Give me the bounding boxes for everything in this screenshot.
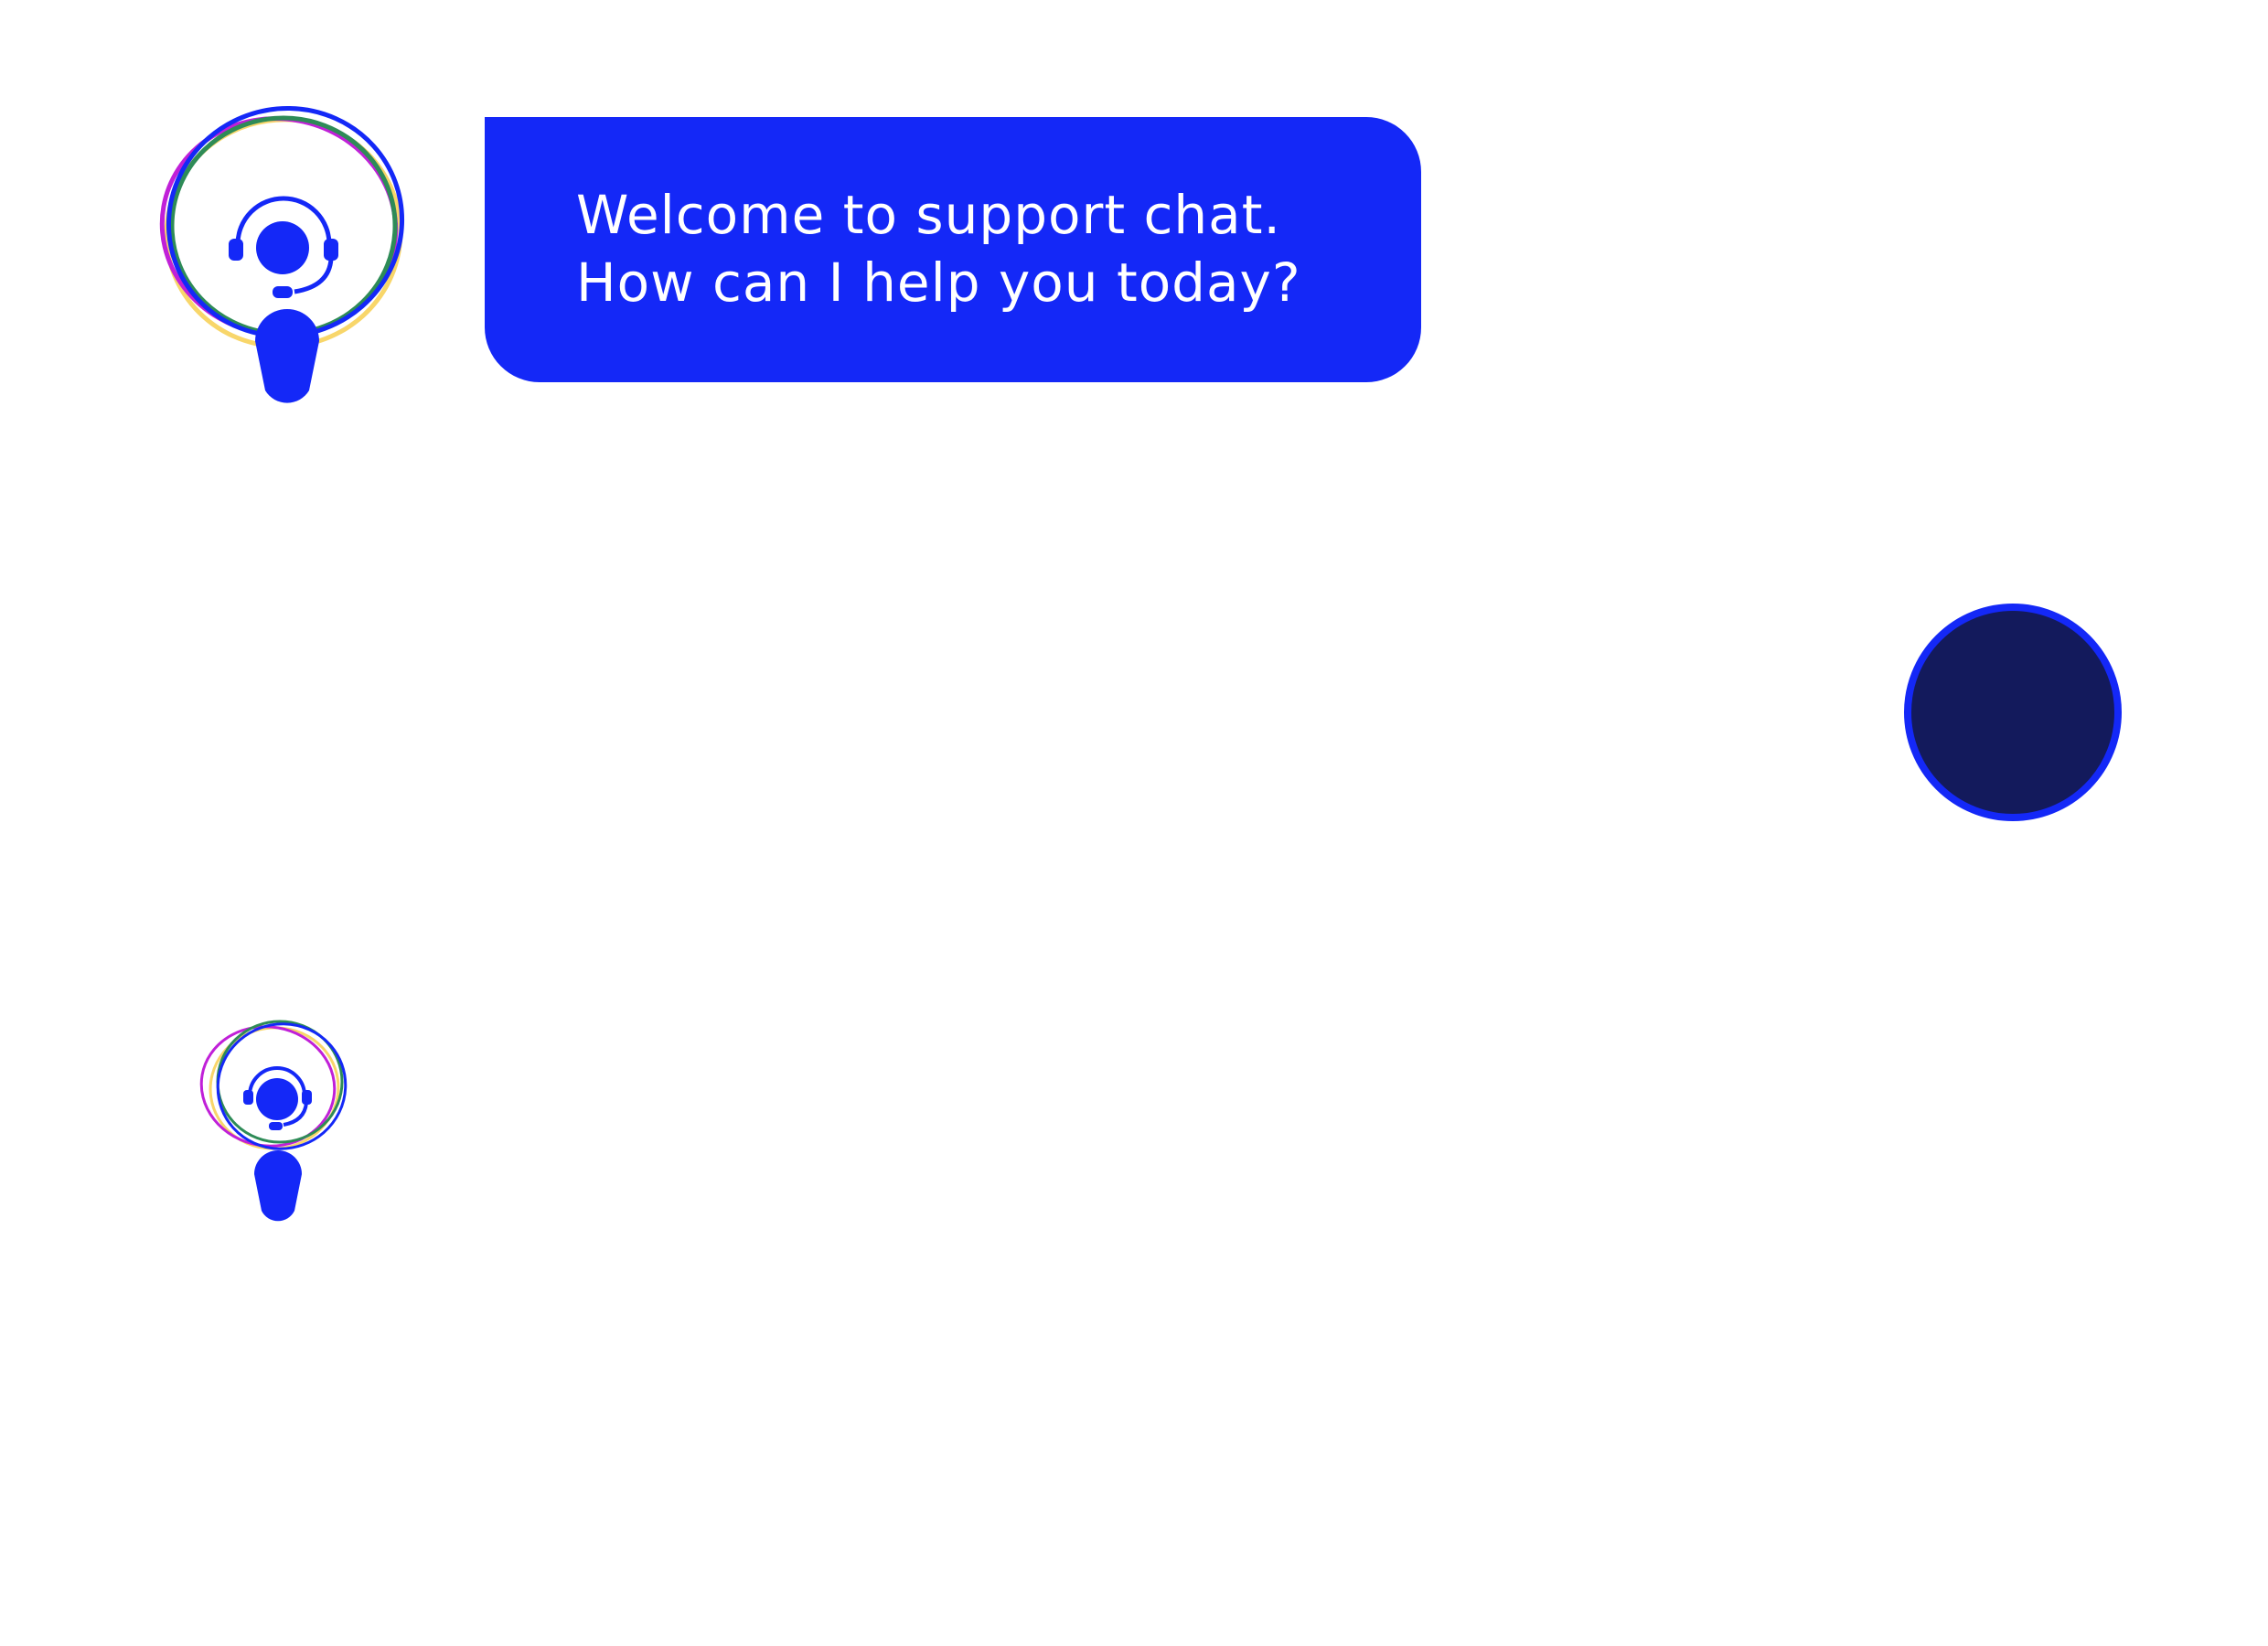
agent-message-line: How can I help you today?: [576, 251, 1301, 314]
support-agent-headset-icon: [199, 1020, 348, 1222]
agent-message-bubble: Welcome to support chat. How can I help …: [485, 117, 1421, 382]
user-avatar: [1904, 604, 2122, 821]
agent-message-line: Welcome to support chat.: [576, 184, 1281, 246]
support-agent-headset-icon: [159, 106, 405, 403]
agent-avatar: [146, 105, 421, 412]
agent-typing-avatar: [199, 1006, 355, 1225]
